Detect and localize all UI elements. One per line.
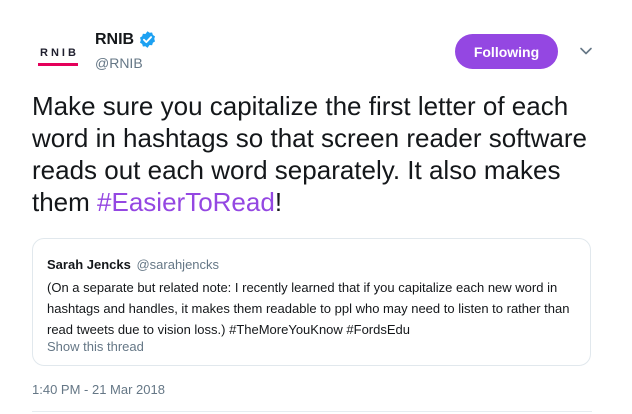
author-handle[interactable]: @RNIB (95, 55, 143, 71)
quoted-tweet-text: (On a separate but related note: I recen… (47, 280, 570, 337)
avatar[interactable]: RNIB (32, 30, 84, 82)
rnib-logo-bar (38, 62, 78, 66)
divider (32, 411, 592, 412)
tweet-text-end: ! (274, 187, 283, 217)
quoted-author-name: Sarah Jencks (47, 257, 131, 272)
quoted-author-handle: @sarahjencks (136, 257, 220, 272)
following-button[interactable]: Following (455, 34, 558, 69)
verified-badge-icon (140, 31, 156, 48)
chevron-down-icon[interactable] (579, 44, 593, 58)
author-name-row[interactable]: RNIB (95, 30, 157, 49)
tweet-text: Make sure you capitalize the first lette… (32, 90, 604, 218)
quoted-tweet-header: Sarah Jencks @sarahjencks (47, 257, 219, 272)
tweet-timestamp[interactable]: 1:40 PM - 21 Mar 2018 (32, 382, 165, 397)
rnib-logo-text: RNIB (40, 46, 79, 59)
show-thread-link[interactable]: Show this thread (47, 339, 144, 354)
author-name[interactable]: RNIB (95, 31, 134, 49)
hashtag-link[interactable]: #EasierToRead (97, 187, 275, 217)
quoted-tweet-card[interactable]: Sarah Jencks @sarahjencks (On a separate… (32, 238, 591, 366)
